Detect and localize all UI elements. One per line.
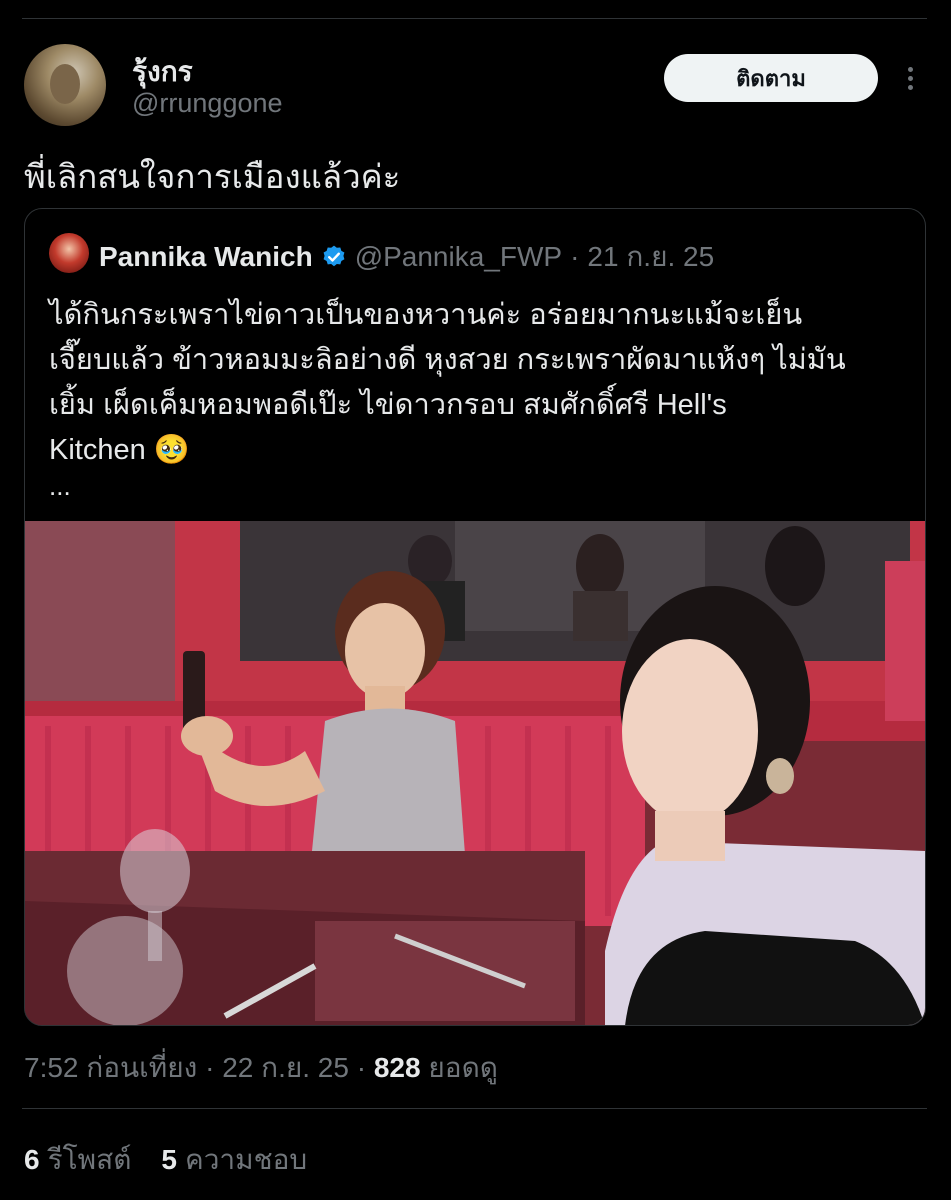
meta-separator: · (356, 1052, 367, 1083)
engagement-stats: 6 รีโพสต์ 5 ความชอบ (24, 1138, 307, 1182)
quoted-header: Pannika Wanich @Pannika_FWP · 21 ก.ย. 25 (99, 235, 714, 279)
top-divider (22, 18, 927, 19)
post-time[interactable]: 7:52 ก่อนเที่ยง (24, 1052, 197, 1083)
quoted-text: ได้กินกระเพราไข่ดาวเป็นของหวานค่ะ อร่อยม… (49, 299, 846, 466)
repost-count: 6 (24, 1144, 40, 1175)
like-count: 5 (161, 1144, 177, 1175)
more-dots-icon[interactable] (898, 60, 922, 96)
quoted-truncation: ... (49, 471, 71, 501)
quoted-handle[interactable]: @Pannika_FWP (355, 241, 562, 273)
selfie-restaurant-photo[interactable] (25, 521, 925, 1026)
reposts-stat[interactable]: 6 รีโพสต์ (24, 1138, 131, 1182)
author-handle[interactable]: @rrunggone (132, 88, 283, 119)
stats-divider (22, 1108, 927, 1109)
view-label: ยอดดู (428, 1052, 498, 1083)
repost-label: รีโพสต์ (47, 1144, 132, 1175)
post-meta: 7:52 ก่อนเที่ยง · 22 ก.ย. 25 · 828 ยอดดู (24, 1046, 498, 1090)
meta-separator: · (205, 1052, 215, 1083)
like-label: ความชอบ (184, 1144, 308, 1175)
verified-badge-icon (323, 245, 345, 267)
tweet-text: พี่เลิกสนใจการเมืองแล้วค่ะ (24, 158, 401, 195)
quoted-author-avatar[interactable] (49, 233, 89, 273)
author-avatar[interactable] (24, 44, 106, 126)
view-count: 828 (373, 1052, 421, 1083)
quoted-display-name[interactable]: Pannika Wanich (99, 241, 313, 273)
follow-button[interactable]: ติดตาม (664, 54, 878, 102)
quoted-separator: · (570, 241, 580, 272)
post-date[interactable]: 22 ก.ย. 25 (222, 1052, 349, 1083)
likes-stat[interactable]: 5 ความชอบ (161, 1138, 307, 1182)
quoted-tweet[interactable]: Pannika Wanich @Pannika_FWP · 21 ก.ย. 25… (24, 208, 926, 1026)
quoted-date[interactable]: 21 ก.ย. 25 (587, 235, 714, 279)
